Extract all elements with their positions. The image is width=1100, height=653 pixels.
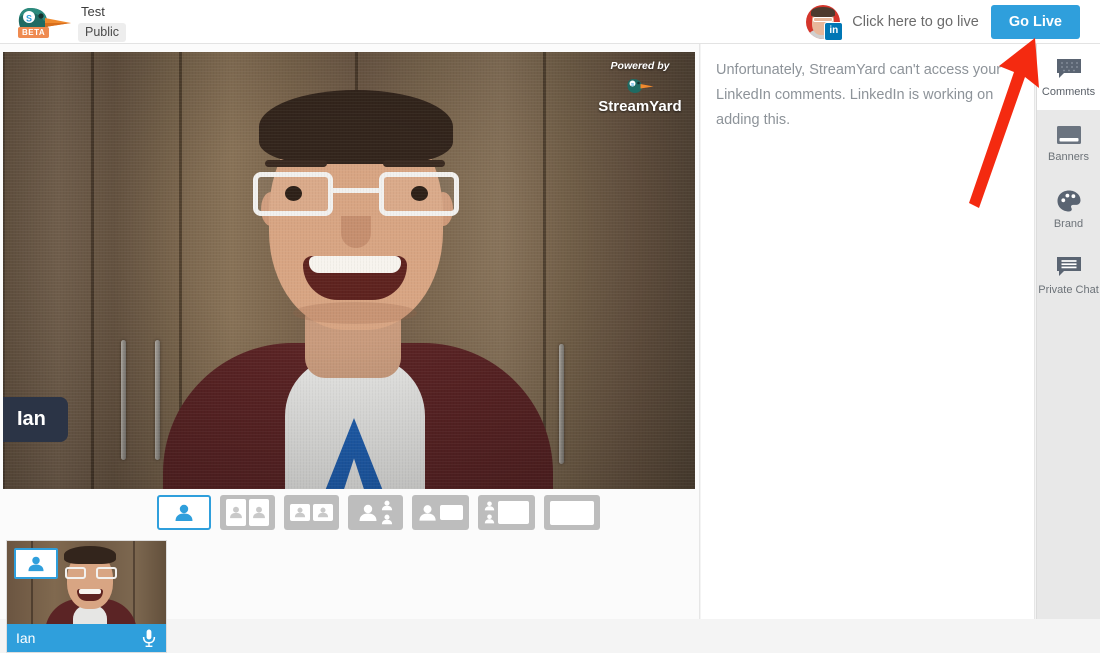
person-glyph-icon (27, 556, 45, 572)
person-glyph-icon (418, 504, 437, 522)
participant-layout-toggle[interactable] (14, 548, 58, 579)
person-glyph-icon (294, 507, 306, 518)
comments-panel: Unfortunately, StreamYard can't access y… (701, 44, 1035, 619)
person-glyph-icon (358, 504, 378, 522)
tab-comments[interactable]: Comments (1037, 44, 1100, 110)
layout-one-plus-two-button[interactable] (348, 495, 403, 530)
app-header: S BETA Test Public in Click here to go l… (0, 0, 1100, 44)
person-glyph-icon (484, 501, 495, 511)
microphone-icon[interactable] (142, 629, 156, 648)
destination-group: in Click here to go live Go Live (806, 0, 1080, 44)
layout-two-plus-screen-button[interactable] (478, 495, 535, 530)
layout-two-equal-button[interactable] (220, 495, 275, 530)
streamyard-watermark: Powered by S StreamYard (593, 60, 687, 115)
participant-strip: Ian (3, 495, 167, 612)
screen-glyph-icon (498, 501, 529, 524)
person-glyph-icon (381, 514, 393, 525)
chat-lines-icon (1055, 255, 1083, 279)
main-video-preview[interactable]: Powered by S StreamYard Ian (3, 52, 695, 489)
visibility-badge[interactable]: Public (78, 23, 126, 42)
participant-footer: Ian (7, 624, 166, 652)
participant-tile[interactable]: Ian (6, 540, 167, 653)
banner-icon (1055, 124, 1083, 146)
comments-empty-message: Unfortunately, StreamYard can't access y… (716, 58, 1020, 133)
layout-picker (157, 495, 600, 530)
linkedin-icon: in (824, 22, 843, 41)
svg-text:S: S (26, 14, 32, 24)
participant-thumbnail-figure (51, 545, 129, 629)
tab-private-chat-label: Private Chat (1038, 284, 1099, 296)
go-live-hint: Click here to go live (852, 14, 979, 30)
comment-bubble-icon (1055, 57, 1083, 81)
layout-person-and-screen-button[interactable] (412, 495, 469, 530)
tab-banners-label: Banners (1048, 151, 1089, 163)
person-glyph-icon (381, 500, 393, 511)
screen-glyph-icon (440, 505, 463, 520)
layout-two-small-button[interactable] (284, 495, 339, 530)
tab-private-chat[interactable]: Private Chat (1037, 242, 1100, 308)
watermark-name: StreamYard (593, 98, 687, 115)
beta-badge: BETA (18, 27, 49, 38)
page-title: Test (81, 4, 105, 20)
palette-icon (1056, 189, 1082, 213)
layout-screen-only-button[interactable] (544, 495, 600, 530)
go-live-button[interactable]: Go Live (991, 5, 1080, 39)
tool-tabs-rail: Comments Banners Brand Private Chat (1036, 44, 1100, 619)
svg-text:S: S (631, 82, 634, 87)
tab-brand-label: Brand (1054, 218, 1083, 230)
speaker-name-overlay: Ian (3, 397, 68, 442)
participant-name: Ian (16, 630, 35, 646)
tab-banners[interactable]: Banners (1037, 110, 1100, 176)
person-glyph-icon (484, 514, 495, 524)
person-glyph-icon (317, 507, 329, 518)
destination-avatar-wrap[interactable]: in (806, 5, 840, 39)
person-glyph-icon (252, 506, 266, 519)
watermark-prefix: Powered by (593, 60, 687, 73)
stage-area: Powered by S StreamYard Ian (0, 44, 700, 619)
screen-glyph-icon (550, 501, 594, 525)
person-glyph-icon (229, 506, 243, 519)
person-glyph-icon (174, 504, 194, 522)
tab-brand[interactable]: Brand (1037, 176, 1100, 242)
tab-comments-label: Comments (1042, 86, 1095, 98)
duck-logo-icon: S (625, 75, 655, 97)
